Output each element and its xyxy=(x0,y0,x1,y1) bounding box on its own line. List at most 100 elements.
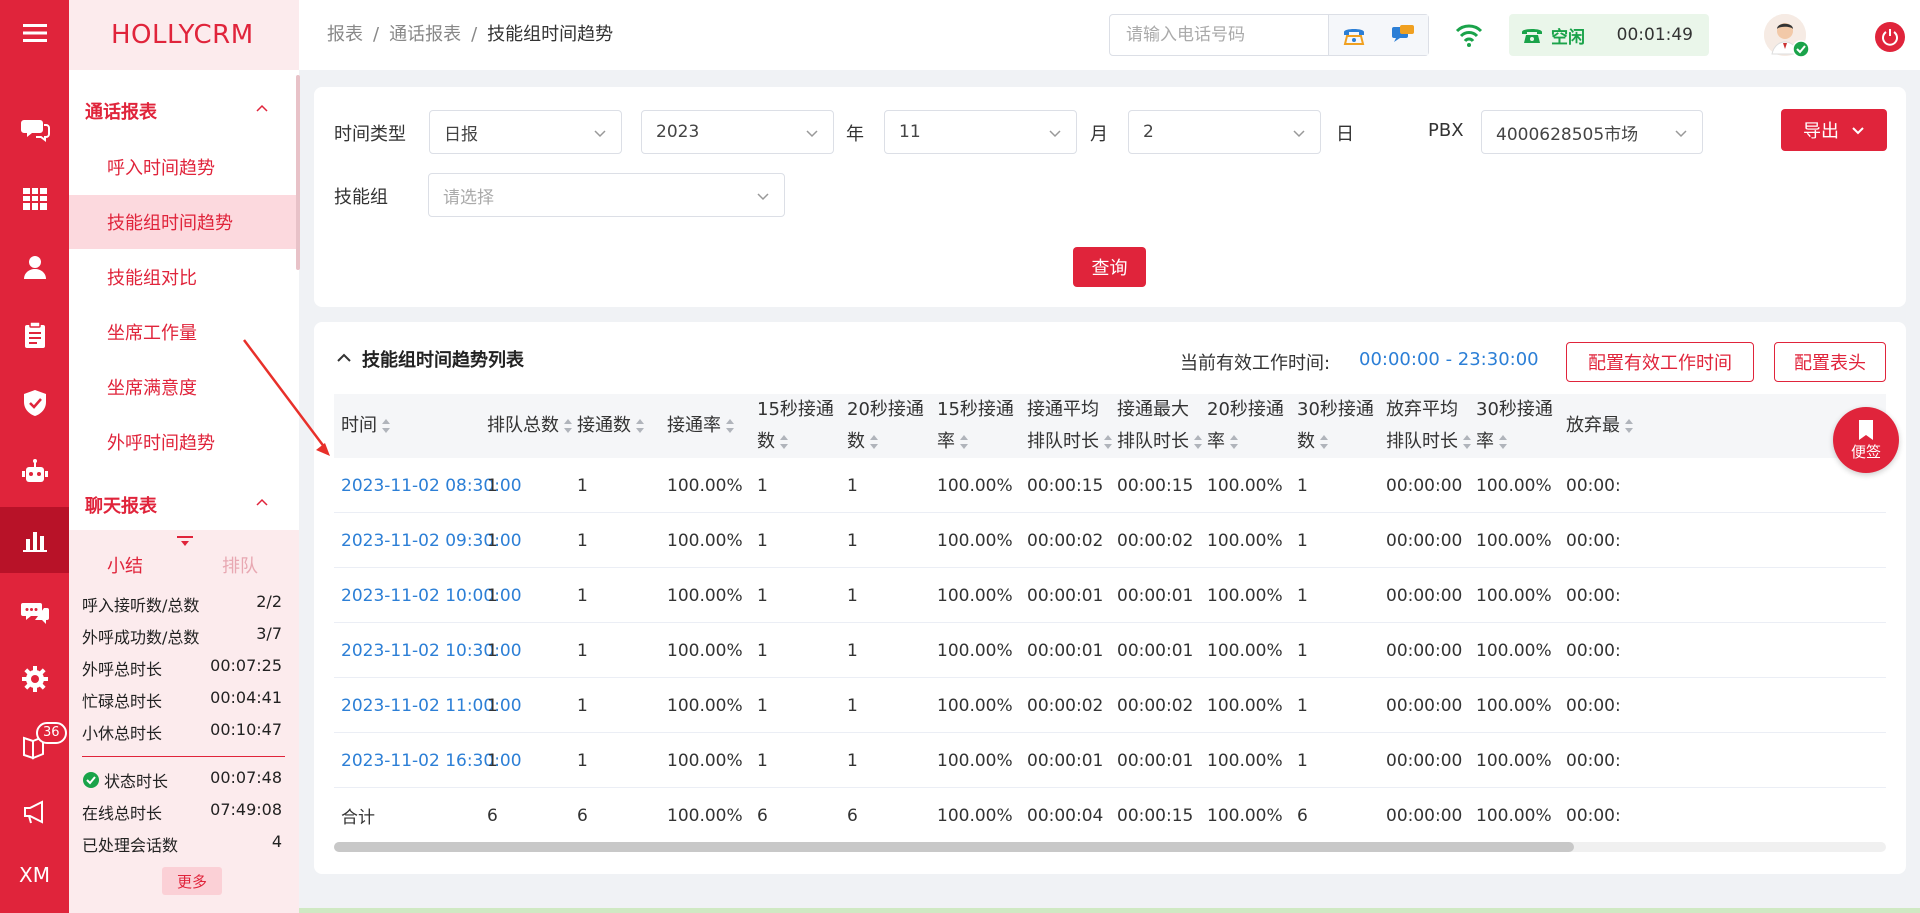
table-cell: 1 xyxy=(847,585,858,606)
sort-icon[interactable] xyxy=(869,434,879,450)
notification-badge: 36 xyxy=(36,722,67,744)
year-select[interactable]: 2023 xyxy=(641,110,834,154)
pbx-select[interactable]: 4000628505市场 xyxy=(1481,110,1703,154)
message-icon[interactable] xyxy=(0,580,69,646)
horizontal-scrollbar[interactable] xyxy=(334,842,1886,852)
sticky-note-button[interactable]: 便签 xyxy=(1833,407,1899,473)
sort-icon[interactable] xyxy=(1319,434,1329,450)
scrollbar-thumb[interactable] xyxy=(334,842,1574,852)
tab-summary[interactable]: 小结 xyxy=(107,552,143,578)
export-button[interactable]: 导出 xyxy=(1781,109,1887,151)
table-cell: 1 xyxy=(757,695,768,716)
table-cell: 100.00% xyxy=(937,475,1013,496)
sort-icon[interactable] xyxy=(1103,434,1113,450)
shield-icon[interactable] xyxy=(0,370,69,436)
gear-icon[interactable] xyxy=(0,646,69,712)
table-cell: 6 xyxy=(847,805,858,826)
xm-label[interactable]: XM xyxy=(0,842,69,908)
time-type-select[interactable]: 日报 xyxy=(429,110,622,154)
skill-group-select[interactable]: 请选择 xyxy=(428,173,785,217)
chevron-up-icon[interactable] xyxy=(255,102,269,116)
table-cell: 00:00: xyxy=(1566,475,1621,496)
day-select[interactable]: 2 xyxy=(1128,110,1321,154)
column-header[interactable]: 15秒接通率 xyxy=(937,394,1014,458)
column-header[interactable]: 接通率 xyxy=(667,394,735,458)
column-header[interactable]: 接通最大 排队时长 xyxy=(1117,394,1203,458)
column-header[interactable]: 放弃最 xyxy=(1566,394,1634,458)
breadcrumb-item[interactable]: 通话报表 xyxy=(389,24,461,45)
sidebar-section-chat-reports[interactable]: 聊天报表 xyxy=(85,492,157,518)
table-cell: 6 xyxy=(577,805,588,826)
avatar[interactable] xyxy=(1764,14,1810,58)
sort-icon[interactable] xyxy=(779,434,789,450)
phone-number-input[interactable] xyxy=(1110,15,1328,55)
column-header[interactable]: 15秒接通数 xyxy=(757,394,834,458)
agent-status-indicator[interactable]: 空闲 00:01:49 xyxy=(1509,14,1709,56)
chevron-down-icon xyxy=(1049,130,1061,138)
sidebar-scrollbar[interactable] xyxy=(296,75,300,270)
book-icon[interactable]: 36 xyxy=(0,714,69,780)
announcement-icon[interactable] xyxy=(0,779,69,845)
chat-icon[interactable] xyxy=(0,96,69,162)
column-header[interactable]: 30秒接通率 xyxy=(1476,394,1553,458)
table-cell: 1 xyxy=(1297,530,1308,551)
drag-handle-icon[interactable] xyxy=(177,536,193,548)
table-cell: 1 xyxy=(1297,750,1308,771)
sort-icon[interactable] xyxy=(725,418,735,434)
sidebar-item-inbound-trend[interactable]: 呼入时间趋势 xyxy=(69,140,299,194)
clipboard-icon[interactable] xyxy=(0,302,69,368)
table-title: 技能组时间趋势列表 xyxy=(362,350,524,371)
pbx-label: PBX xyxy=(1428,120,1464,141)
column-header[interactable]: 接通数 xyxy=(577,394,645,458)
config-work-time-button[interactable]: 配置有效工作时间 xyxy=(1566,342,1754,382)
grid-icon[interactable] xyxy=(0,166,69,232)
sidebar-item-skill-group-compare[interactable]: 技能组对比 xyxy=(69,250,299,304)
column-header[interactable]: 20秒接通数 xyxy=(847,394,924,458)
sidebar-section-call-reports[interactable]: 通话报表 xyxy=(85,98,157,124)
table-cell: 1 xyxy=(487,585,498,606)
sidebar-item-agent-satisfaction[interactable]: 坐席满意度 xyxy=(69,360,299,414)
column-header[interactable]: 接通平均 排队时长 xyxy=(1027,394,1113,458)
dial-phone-icon[interactable] xyxy=(1342,24,1366,46)
table-cell: 1 xyxy=(847,530,858,551)
column-header[interactable]: 时间 xyxy=(341,394,391,458)
report-chart-icon[interactable] xyxy=(0,507,69,573)
sort-icon[interactable] xyxy=(1193,434,1203,450)
user-icon[interactable] xyxy=(0,234,69,300)
sms-icon[interactable] xyxy=(1391,24,1415,46)
breadcrumb-item[interactable]: 报表 xyxy=(327,24,363,45)
table-cell: 100.00% xyxy=(667,640,743,661)
tab-queue[interactable]: 排队 xyxy=(222,552,258,578)
sort-icon[interactable] xyxy=(1498,434,1508,450)
robot-icon[interactable] xyxy=(0,440,69,506)
sort-icon[interactable] xyxy=(1462,434,1472,450)
sidebar-item-outbound-trend[interactable]: 外呼时间趋势 xyxy=(69,415,299,469)
config-header-button[interactable]: 配置表头 xyxy=(1774,342,1886,382)
chevron-down-icon xyxy=(1293,130,1305,138)
table-cell: 100.00% xyxy=(667,695,743,716)
sort-icon[interactable] xyxy=(381,418,391,434)
sort-icon[interactable] xyxy=(1624,418,1634,434)
menu-toggle-icon[interactable] xyxy=(0,0,69,66)
query-button[interactable]: 查询 xyxy=(1073,247,1146,287)
logout-power-button[interactable] xyxy=(1875,22,1905,52)
sort-icon[interactable] xyxy=(1229,434,1239,450)
column-header[interactable]: 排队总数 xyxy=(487,394,573,458)
column-header[interactable]: 30秒接通数 xyxy=(1297,394,1374,458)
column-header[interactable]: 放弃平均 排队时长 xyxy=(1386,394,1472,458)
sort-icon[interactable] xyxy=(959,434,969,450)
more-button[interactable]: 更多 xyxy=(162,867,222,895)
sidebar-item-agent-workload[interactable]: 坐席工作量 xyxy=(69,305,299,359)
table-cell: 100.00% xyxy=(937,805,1013,826)
month-select[interactable]: 11 xyxy=(884,110,1077,154)
collapse-chevron-icon[interactable] xyxy=(336,350,352,366)
column-header[interactable]: 20秒接通率 xyxy=(1207,394,1284,458)
sidebar-item-skill-group-trend[interactable]: 技能组时间趋势 xyxy=(69,195,299,249)
table-cell: 100.00% xyxy=(1207,475,1283,496)
chevron-up-icon[interactable] xyxy=(255,496,269,510)
sort-icon[interactable] xyxy=(635,418,645,434)
stat-row: 外呼成功数/总数 3/7 xyxy=(82,624,282,647)
sort-icon[interactable] xyxy=(563,418,573,434)
table-cell: 00:00: xyxy=(1566,585,1621,606)
table-cell: 100.00% xyxy=(937,750,1013,771)
